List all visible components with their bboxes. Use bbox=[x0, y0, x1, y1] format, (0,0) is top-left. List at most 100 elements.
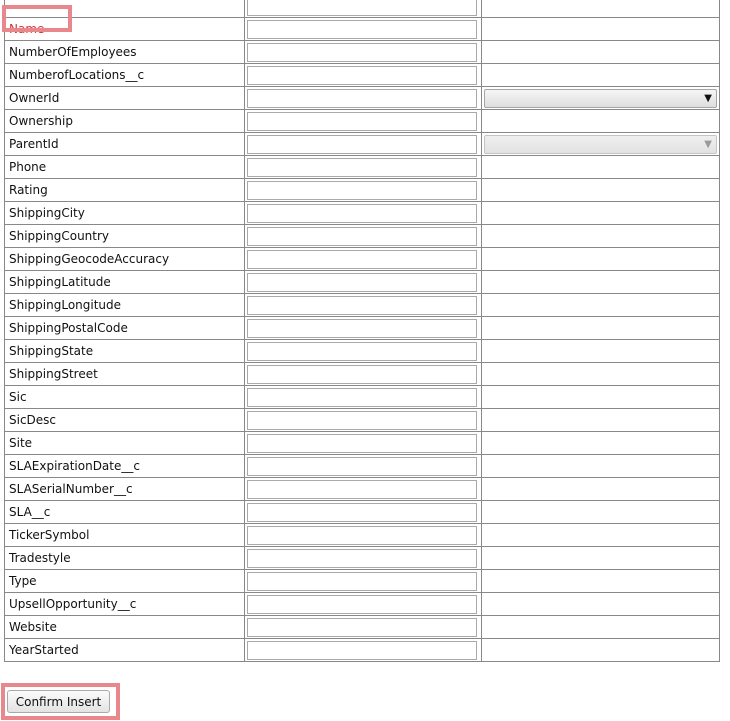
field-input-cell bbox=[244, 17, 482, 41]
field-input-upsellopportunity-c[interactable] bbox=[247, 594, 477, 614]
field-input-cell bbox=[244, 592, 482, 616]
field-input-parentid[interactable] bbox=[247, 134, 477, 154]
field-table: Name NumberOfEmployees NumberofLocations__… bbox=[4, 0, 720, 662]
field-row-shippingstreet: ShippingStreet bbox=[4, 362, 720, 386]
field-row-shippingstate: ShippingState bbox=[4, 339, 720, 363]
field-lookup-cell bbox=[481, 615, 720, 639]
field-lookup-cell bbox=[481, 339, 720, 363]
field-input-cell bbox=[244, 247, 482, 271]
field-input-cell bbox=[244, 224, 482, 248]
field-label: ShippingState bbox=[9, 344, 94, 358]
field-label-cell: Site bbox=[4, 431, 245, 455]
field-input-website[interactable] bbox=[247, 617, 477, 637]
field-row-name: Name bbox=[4, 17, 720, 41]
field-input-shippingcountry[interactable] bbox=[247, 226, 477, 246]
field-label-cell: Sic bbox=[4, 385, 245, 409]
field-label: ShippingLatitude bbox=[9, 275, 111, 289]
field-label: Rating bbox=[9, 183, 48, 197]
field-label-cell: ShippingGeocodeAccuracy bbox=[4, 247, 245, 271]
field-input-tickersymbol[interactable] bbox=[247, 525, 477, 545]
field-lookup-cell bbox=[481, 17, 720, 41]
field-input-sicdesc[interactable] bbox=[247, 410, 477, 430]
field-input-shippinglatitude[interactable] bbox=[247, 272, 477, 292]
field-row-yearstarted: YearStarted bbox=[4, 638, 720, 662]
field-input-shippinggeocodeaccuracy[interactable] bbox=[247, 249, 477, 269]
field-lookup-cell: ▼ bbox=[481, 86, 720, 110]
field-input-numberofemployees[interactable] bbox=[247, 42, 477, 62]
field-lookup-cell: ▼ bbox=[481, 132, 720, 156]
field-row-sicdesc: SicDesc bbox=[4, 408, 720, 432]
field-input-blank[interactable] bbox=[247, 0, 477, 16]
field-row-parentid: ParentId ▼ bbox=[4, 132, 720, 156]
field-rows: Name NumberOfEmployees NumberofLocations__… bbox=[4, 0, 720, 662]
field-label-cell: ShippingStreet bbox=[4, 362, 245, 386]
field-label: ShippingCity bbox=[9, 206, 85, 220]
field-input-rating[interactable] bbox=[247, 180, 477, 200]
field-input-shippingstate[interactable] bbox=[247, 341, 477, 361]
field-row-shippingcity: ShippingCity bbox=[4, 201, 720, 225]
field-label-cell: TickerSymbol bbox=[4, 523, 245, 547]
ownerid-lookup-select[interactable]: ▼ bbox=[484, 88, 717, 108]
field-row-shippingpostalcode: ShippingPostalCode bbox=[4, 316, 720, 340]
field-lookup-cell bbox=[481, 293, 720, 317]
field-lookup-cell bbox=[481, 0, 720, 18]
field-row-slaexpirationdate-c: SLAExpirationDate__c bbox=[4, 454, 720, 478]
field-input-tradestyle[interactable] bbox=[247, 548, 477, 568]
field-lookup-cell bbox=[481, 408, 720, 432]
field-row-phone: Phone bbox=[4, 155, 720, 179]
chevron-down-icon: ▼ bbox=[704, 92, 712, 104]
field-label: Type bbox=[9, 574, 37, 588]
field-row-sla-c: SLA__c bbox=[4, 500, 720, 524]
confirm-insert-button[interactable]: Confirm Insert bbox=[7, 690, 110, 713]
field-input-ownership[interactable] bbox=[247, 111, 477, 131]
chevron-down-icon: ▼ bbox=[704, 138, 712, 150]
field-input-type[interactable] bbox=[247, 571, 477, 591]
field-row-tickersymbol: TickerSymbol bbox=[4, 523, 720, 547]
field-label: SLA__c bbox=[9, 505, 51, 519]
field-input-slaserialnumber-c[interactable] bbox=[247, 479, 477, 499]
field-input-cell bbox=[244, 201, 482, 225]
field-input-numberoflocations-c[interactable] bbox=[247, 65, 477, 85]
field-input-shippingcity[interactable] bbox=[247, 203, 477, 223]
field-input-cell bbox=[244, 500, 482, 524]
field-lookup-cell bbox=[481, 523, 720, 547]
field-label-cell: SLAExpirationDate__c bbox=[4, 454, 245, 478]
field-input-phone[interactable] bbox=[247, 157, 477, 177]
field-row-slaserialnumber-c: SLASerialNumber__c bbox=[4, 477, 720, 501]
field-label: SLAExpirationDate__c bbox=[9, 459, 140, 473]
field-lookup-cell bbox=[481, 178, 720, 202]
field-label-cell: OwnerId bbox=[4, 86, 245, 110]
field-input-shippingpostalcode[interactable] bbox=[247, 318, 477, 338]
field-lookup-cell bbox=[481, 477, 720, 501]
field-label-cell: SLA__c bbox=[4, 500, 245, 524]
field-input-site[interactable] bbox=[247, 433, 477, 453]
field-row-upsellopportunity-c: UpsellOpportunity__c bbox=[4, 592, 720, 616]
field-input-cell bbox=[244, 132, 482, 156]
field-lookup-cell bbox=[481, 201, 720, 225]
field-label: Sic bbox=[9, 390, 27, 404]
field-input-yearstarted[interactable] bbox=[247, 640, 477, 660]
field-input-cell bbox=[244, 293, 482, 317]
field-input-ownerid[interactable] bbox=[247, 88, 477, 108]
field-input-sla-c[interactable] bbox=[247, 502, 477, 522]
field-label: Site bbox=[9, 436, 33, 450]
field-row-shippinglongitude: ShippingLongitude bbox=[4, 293, 720, 317]
field-input-slaexpirationdate-c[interactable] bbox=[247, 456, 477, 476]
field-input-cell bbox=[244, 155, 482, 179]
field-input-shippingstreet[interactable] bbox=[247, 364, 477, 384]
field-input-shippinglongitude[interactable] bbox=[247, 295, 477, 315]
field-label-cell: Name bbox=[4, 17, 245, 41]
field-input-name[interactable] bbox=[247, 19, 477, 39]
field-lookup-cell bbox=[481, 638, 720, 662]
field-label: ShippingGeocodeAccuracy bbox=[9, 252, 170, 266]
field-row-shippinglatitude: ShippingLatitude bbox=[4, 270, 720, 294]
field-input-sic[interactable] bbox=[247, 387, 477, 407]
field-label-cell: NumberofLocations__c bbox=[4, 63, 245, 87]
field-label: NumberOfEmployees bbox=[9, 45, 137, 59]
field-label: ShippingLongitude bbox=[9, 298, 122, 312]
field-lookup-cell bbox=[481, 385, 720, 409]
field-label-cell: SLASerialNumber__c bbox=[4, 477, 245, 501]
field-lookup-cell bbox=[481, 247, 720, 271]
field-lookup-cell bbox=[481, 109, 720, 133]
field-label-cell: Ownership bbox=[4, 109, 245, 133]
